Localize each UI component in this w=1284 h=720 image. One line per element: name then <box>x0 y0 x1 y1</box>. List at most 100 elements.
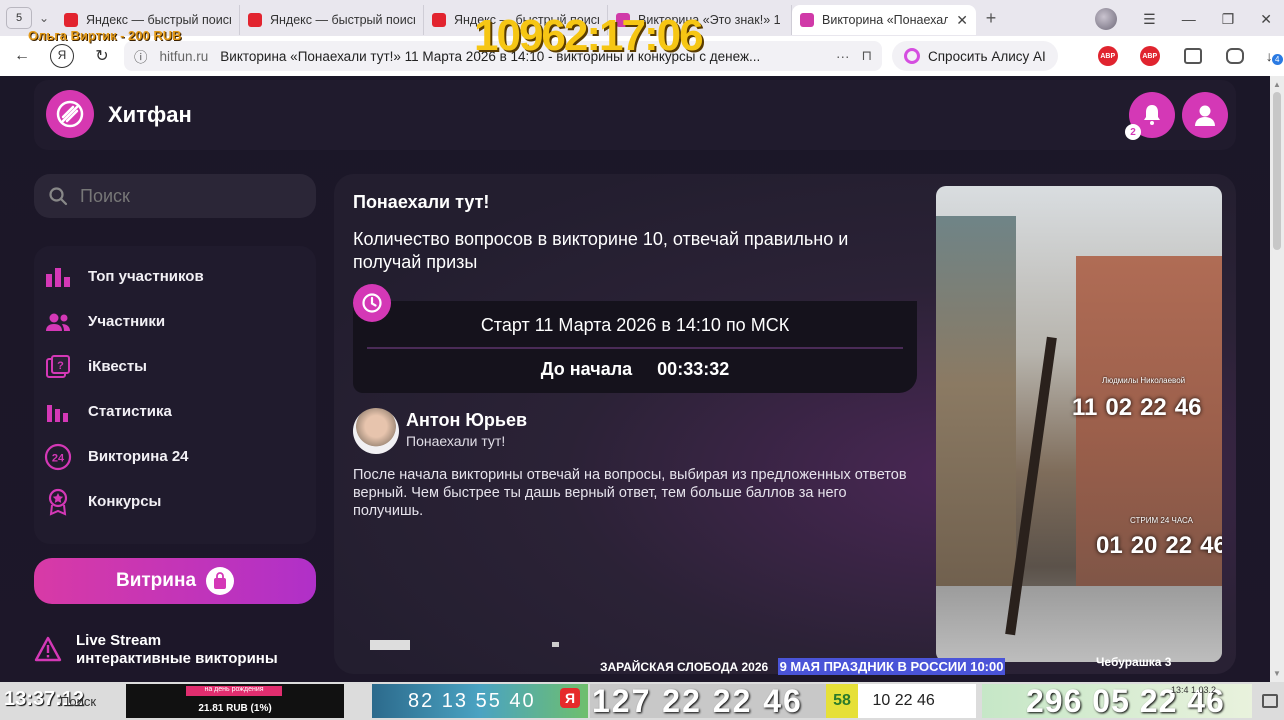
notifications-button[interactable]: 2 <box>1125 92 1175 140</box>
quiz-card: Понаехали тут! Количество вопросов в вик… <box>334 174 1236 674</box>
divider <box>367 347 903 349</box>
news-ticker: ЗАРАЙСКАЯ СЛОБОДА 2026 9 МАЯ ПРАЗДНИК В … <box>600 658 1006 675</box>
sidebar-item-participants[interactable]: Участники <box>34 299 316 344</box>
sidebar-item-label: Конкурсы <box>88 493 162 510</box>
counter-rest: 10 22 46 <box>872 692 935 709</box>
live-stream-title: Live Stream <box>76 632 162 649</box>
svg-text:?: ? <box>57 360 64 372</box>
sidebar-item-label: iКвесты <box>88 358 147 375</box>
tab-count-button[interactable]: 5 <box>6 7 32 29</box>
donation-amount: 21.81 RUB (1%) <box>198 703 272 714</box>
taskbar-search[interactable]: Поиск <box>60 694 96 709</box>
more-icon[interactable]: ··· <box>836 49 850 64</box>
tab-title: Яндекс — быстрый поиск <box>270 13 415 27</box>
extension-abp-icon[interactable]: АВР <box>1097 46 1118 66</box>
donor-overlay: Ольга Виртик - 200 RUB <box>28 28 182 43</box>
counter-digit: 22 <box>1140 394 1167 421</box>
taskbar: 13:37:12 Поиск на день рождения 21.81 RU… <box>0 682 1284 720</box>
users-icon <box>44 308 72 336</box>
tray-clock: 13:4 1.03.2 <box>1170 685 1216 695</box>
countdown-label: До начала <box>540 359 633 379</box>
quiz-description: Количество вопросов в викторине 10, отве… <box>353 229 849 272</box>
yandex-taskbar-icon[interactable]: Я <box>560 688 580 708</box>
vitrina-button[interactable]: Витрина <box>34 558 316 604</box>
vitrina-label: Витрина <box>115 570 197 591</box>
big-timer-overlay: 10962:17:06 <box>474 11 704 60</box>
bell-icon <box>1144 105 1160 125</box>
counter-digit: 01 <box>1096 532 1123 559</box>
ticker-right: Чебурашка 3 <box>1096 655 1172 669</box>
close-window-icon[interactable]: ✕ <box>1260 11 1272 28</box>
ticker-text: ЗАРАЙСКАЯ СЛОБОДА 2026 <box>600 660 769 674</box>
tab-title: Яндекс — быстрый поиск <box>86 13 231 27</box>
reload-icon[interactable]: ↻ <box>88 46 116 66</box>
ticker-highlight: 9 МАЯ ПРАЗДНИК В РОССИИ 10:00 <box>777 658 1006 675</box>
minimize-icon[interactable]: — <box>1182 11 1196 27</box>
downloads-icon[interactable]: ↓ 4 <box>1266 48 1283 65</box>
sidebar-item-contests[interactable]: Конкурсы <box>34 479 316 524</box>
scroll-up-icon[interactable]: ▲ <box>1273 80 1281 89</box>
sidebar-item-label: Топ участников <box>88 268 204 285</box>
logo-mark-icon <box>56 100 84 128</box>
medal-icon <box>44 488 72 516</box>
browser-tab-active[interactable]: Викторина «Понаехал ✕ <box>792 5 976 35</box>
info-icon[interactable]: ⓘ <box>134 46 148 66</box>
extension-puzzle-icon[interactable] <box>1225 48 1244 64</box>
downloads-badge: 4 <box>1271 54 1283 65</box>
quiz-title: Понаехали тут! <box>353 192 490 212</box>
site-search[interactable] <box>34 174 316 218</box>
restore-icon[interactable]: ❐ <box>1222 11 1235 28</box>
user-icon <box>1195 105 1215 126</box>
small-thumbnail <box>370 640 410 650</box>
quest-icon: ? <box>44 353 72 381</box>
search-input[interactable] <box>80 185 280 207</box>
sidebar-item-label: Статистика <box>88 403 172 420</box>
photo-building <box>1076 256 1222 616</box>
counter-digit: 11 <box>1072 394 1098 421</box>
shopping-bag-icon <box>206 567 235 595</box>
photo-building <box>936 216 1016 636</box>
counter-overlay: 58 10 22 46 <box>826 684 976 718</box>
author-subtitle: Понаехали тут! <box>406 433 506 449</box>
donation-widget: на день рождения 21.81 RUB (1%) <box>126 684 344 718</box>
sidebar-item-quiz24[interactable]: 24 Викторина 24 <box>34 434 316 479</box>
notification-center-icon[interactable] <box>1262 694 1278 708</box>
yandex-icon[interactable]: Я <box>50 44 74 68</box>
counter-digit: 46 <box>1200 532 1222 559</box>
window-controls: ☰ — ❐ ✕ <box>1095 8 1272 30</box>
site-logo[interactable] <box>46 90 94 138</box>
page-scrollbar[interactable]: ▲ ▼ <box>1270 76 1284 682</box>
profile-button[interactable] <box>1182 92 1228 138</box>
counter-strip: 82 13 55 40 <box>372 684 588 718</box>
overlay-label: СТРИМ 24 ЧАСА <box>1130 516 1193 525</box>
back-icon[interactable]: ← <box>8 47 36 65</box>
clock-icon <box>353 284 391 322</box>
profile-avatar[interactable] <box>1095 8 1118 30</box>
scrollbar-thumb[interactable] <box>1273 92 1281 250</box>
author-name[interactable]: Антон Юрьев <box>406 410 527 431</box>
alice-icon <box>904 48 920 64</box>
live-stream-subtitle: интерактивные викторины <box>76 650 278 667</box>
sidebar-item-iquests[interactable]: ? iКвесты <box>34 344 316 389</box>
sidebar-item-statistics[interactable]: Статистика <box>34 389 316 434</box>
sidebar-item-label: Участники <box>88 313 166 330</box>
browser-tab[interactable]: Яндекс — быстрый поиск <box>240 5 424 35</box>
author-avatar[interactable] <box>353 408 399 454</box>
start-text: Старт 11 Марта 2026 в 14:10 по МСК <box>480 315 790 335</box>
menu-icon[interactable]: ☰ <box>1143 11 1156 28</box>
sidebar-item-top[interactable]: Топ участников <box>34 254 316 299</box>
chevron-down-icon[interactable]: ⌄ <box>32 11 56 25</box>
ask-alice-button[interactable]: Спросить Алису AI <box>892 41 1058 71</box>
live-stream-link[interactable]: Live Stream интерактивные викторины <box>34 632 278 668</box>
scroll-down-icon[interactable]: ▼ <box>1273 669 1281 678</box>
bookmark-icon[interactable]: ⊓ <box>861 48 872 64</box>
counter-digit: 46 <box>1174 394 1202 421</box>
extension-abp-icon[interactable]: АВР <box>1139 46 1160 66</box>
close-tab-icon[interactable]: ✕ <box>956 12 968 29</box>
brand-name: Хитфан <box>108 102 192 127</box>
right-counter-overlay: 296 05 22 46 13:4 1.03.2 <box>982 684 1252 718</box>
bar-chart-icon <box>44 263 72 291</box>
new-tab-button[interactable]: + <box>976 8 1006 29</box>
extension-screen-icon[interactable] <box>1183 48 1202 64</box>
overlay-counter: 11 02 22 46 <box>1072 394 1201 422</box>
